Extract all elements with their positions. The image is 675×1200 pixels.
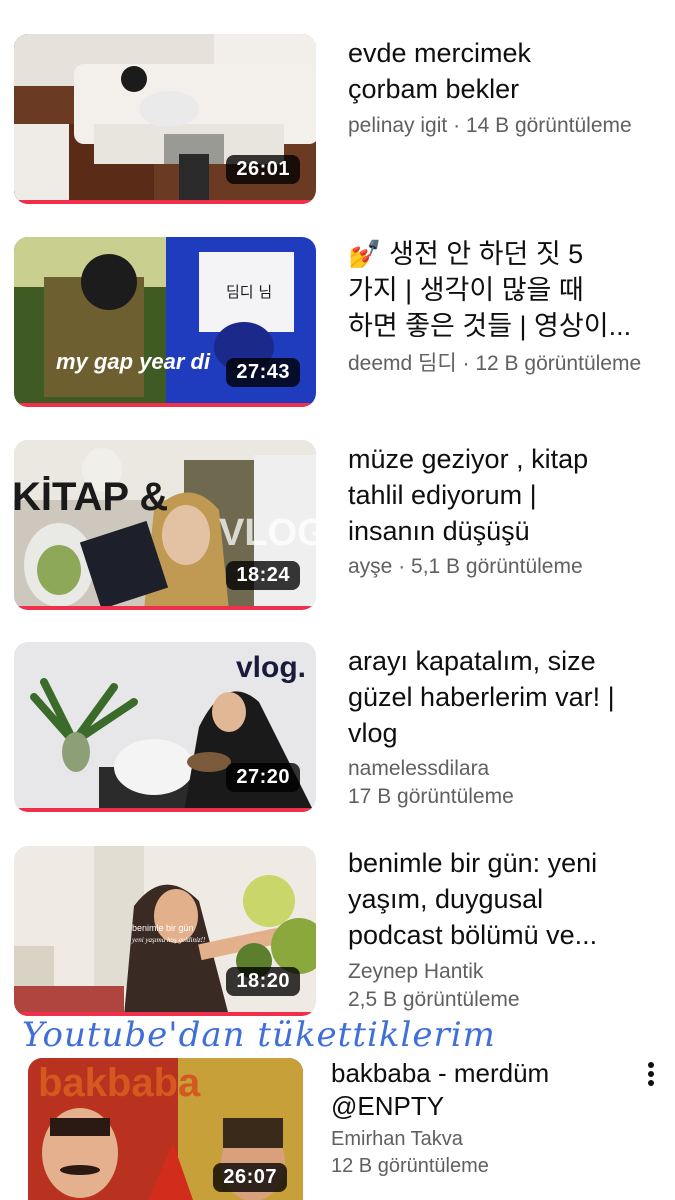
- video-title[interactable]: benimle bir gün: yeni yaşım, duygusal po…: [348, 845, 667, 953]
- video-thumbnail[interactable]: KİTAP & VLOG 18:24: [14, 440, 316, 610]
- video-title[interactable]: 💅 생전 안 하던 짓 5 가지 | 생각이 많을 때 하면 좋은 것들 | 영…: [348, 236, 667, 344]
- video-meta: Zeynep Hantik 2,5 B görüntüleme: [348, 958, 667, 1014]
- channel-name[interactable]: Emirhan Takva: [331, 1128, 463, 1150]
- channel-name[interactable]: namelessdilara: [348, 757, 489, 780]
- video-thumbnail[interactable]: benimle bir gün yeni yaşıma hoş geldiniz…: [14, 846, 316, 1016]
- channel-name[interactable]: Zeynep Hantik: [348, 960, 483, 983]
- video-title[interactable]: müze geziyor , kitap tahlil ediyorum | i…: [348, 441, 667, 549]
- thumbnail-overlay-text: KİTAP &: [14, 475, 168, 519]
- thumbnail-overlay-text: VLOG: [219, 512, 316, 554]
- thumbnail-overlay-text: my gap year di: [56, 349, 211, 374]
- watch-progress-bar: [14, 808, 316, 812]
- view-count: 17 B görüntüleme: [348, 785, 514, 808]
- duration-badge: 18:24: [226, 561, 300, 590]
- view-count: 5,1 B görüntüleme: [411, 555, 583, 578]
- view-count: 12 B görüntüleme: [475, 352, 642, 375]
- more-vertical-icon[interactable]: [643, 1060, 659, 1090]
- duration-badge: 26:01: [226, 155, 300, 184]
- video-thumbnail[interactable]: 딤디 님 my gap year di 27:43: [14, 237, 316, 407]
- handwritten-text: Youtube'dan tükettiklerim: [22, 1015, 496, 1055]
- thumbnail-sign-text: 딤디 님: [226, 283, 272, 301]
- meta-separator: ·: [447, 114, 466, 137]
- thumbnail-overlay-text: benimle bir gün: [132, 923, 194, 933]
- meta-separator: ·: [392, 555, 412, 578]
- watch-progress-bar: [14, 403, 316, 407]
- thumbnail-overlay-text: bakbaba: [38, 1061, 201, 1105]
- duration-badge: 26:07: [213, 1163, 287, 1192]
- channel-name[interactable]: deemd 딤디: [348, 352, 457, 375]
- handwritten-annotation: Youtube'dan tükettiklerim: [22, 1015, 496, 1055]
- view-count: 12 B görüntüleme: [331, 1155, 489, 1177]
- channel-name[interactable]: ayşe: [348, 555, 392, 578]
- channel-name[interactable]: pelinay igit: [348, 114, 447, 137]
- view-count: 14 B görüntüleme: [465, 114, 632, 137]
- video-thumbnail[interactable]: vlog. 27:20: [14, 642, 316, 812]
- video-thumbnail[interactable]: bakbaba 26:07: [28, 1058, 303, 1200]
- video-meta: ayşe · 5,1 B görüntüleme: [348, 553, 675, 581]
- thumbnail-overlay-text: yeni yaşıma hoş geldiniz!!: [131, 936, 206, 944]
- meta-separator: ·: [456, 352, 476, 375]
- video-title[interactable]: arayı kapatalım, size güzel haberlerim v…: [348, 643, 667, 751]
- video-meta: pelinay igit · 14 B görüntüleme: [348, 112, 675, 140]
- thumbnail-overlay-text: vlog.: [236, 651, 306, 684]
- duration-badge: 18:20: [226, 967, 300, 996]
- video-meta: deemd 딤디 · 12 B görüntüleme: [348, 350, 675, 378]
- watch-progress-bar: [14, 200, 316, 204]
- video-title[interactable]: evde mercimek çorbam bekler: [348, 35, 667, 107]
- video-meta: Emirhan Takva 12 B görüntüleme: [331, 1126, 667, 1180]
- video-title[interactable]: bakbaba - merdüm @ENPTY: [331, 1057, 635, 1123]
- video-meta: namelessdilara 17 B görüntüleme: [348, 755, 667, 811]
- video-thumbnail[interactable]: 26:01: [14, 34, 316, 204]
- duration-badge: 27:43: [226, 358, 300, 387]
- duration-badge: 27:20: [226, 763, 300, 792]
- watch-progress-bar: [14, 606, 316, 610]
